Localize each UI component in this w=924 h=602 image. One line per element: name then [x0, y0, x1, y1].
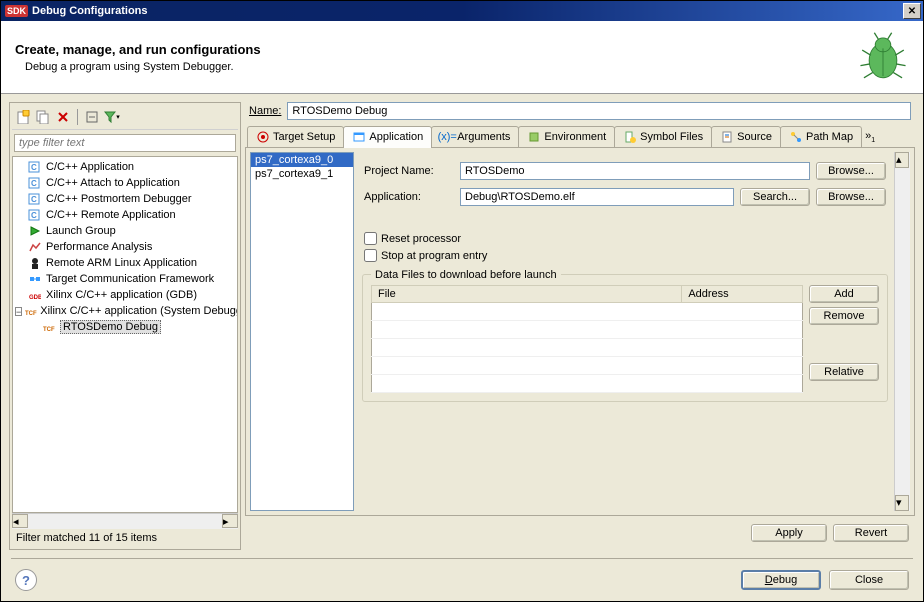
filter-button[interactable]: ▾: [103, 108, 121, 126]
close-button[interactable]: Close: [829, 570, 909, 590]
scroll-down-button[interactable]: ▾: [895, 495, 909, 511]
application-search-button[interactable]: Search...: [740, 188, 810, 206]
dialog-buttons: ? Debug Close: [1, 559, 923, 601]
config-tree-panel: ▾ CC/C++ Application CC/C++ Attach to Ap…: [9, 102, 241, 550]
remove-file-button[interactable]: Remove: [809, 307, 879, 325]
name-label: Name:: [249, 105, 281, 117]
tree-toolbar: ▾: [12, 105, 238, 130]
revert-button[interactable]: Revert: [833, 524, 909, 542]
tree-item[interactable]: Remote ARM Linux Application: [13, 255, 237, 271]
tree-item[interactable]: CC/C++ Postmortem Debugger: [13, 191, 237, 207]
application-label: Application:: [364, 191, 454, 203]
tree-h-scrollbar[interactable]: ◂ ▸: [12, 513, 238, 529]
tab-arguments[interactable]: (x)=Arguments: [431, 126, 519, 147]
tab-application[interactable]: Application: [343, 126, 432, 147]
scroll-left-button[interactable]: ◂: [12, 514, 28, 528]
tree-item[interactable]: Performance Analysis: [13, 239, 237, 255]
data-files-fieldset: Data Files to download before launch Fil…: [362, 274, 888, 402]
stop-at-entry-checkbox[interactable]: Stop at program entry: [360, 247, 890, 264]
table-row[interactable]: [372, 303, 803, 321]
tab-target-setup[interactable]: Target Setup: [247, 126, 344, 147]
tree-item[interactable]: Target Communication Framework: [13, 271, 237, 287]
tab-path-map[interactable]: Path Map: [780, 126, 862, 147]
filter-status: Filter matched 11 of 15 items: [12, 529, 238, 547]
reset-processor-input[interactable]: [364, 232, 377, 245]
sdk-icon: SDK: [5, 5, 28, 17]
tab-source[interactable]: Source: [711, 126, 781, 147]
application-form: Project Name: Browse... Application: Sea…: [360, 152, 894, 511]
scroll-right-button[interactable]: ▸: [222, 514, 238, 528]
tab-environment[interactable]: Environment: [518, 126, 615, 147]
table-row[interactable]: [372, 357, 803, 375]
application-input[interactable]: [460, 188, 734, 206]
collapse-all-button[interactable]: [83, 108, 101, 126]
tree-item[interactable]: Launch Group: [13, 223, 237, 239]
form-v-scrollbar[interactable]: ▴ ▾: [894, 152, 910, 511]
scroll-up-button[interactable]: ▴: [895, 152, 909, 168]
col-address[interactable]: Address: [682, 286, 803, 303]
tree-item-selected[interactable]: TCFRTOSDemo Debug: [13, 319, 237, 335]
window-close-button[interactable]: ✕: [903, 3, 921, 19]
header: Create, manage, and run configurations D…: [1, 21, 923, 94]
svg-text:C: C: [31, 211, 37, 220]
header-title: Create, manage, and run configurations: [15, 42, 857, 57]
data-files-title: Data Files to download before launch: [371, 269, 561, 281]
data-files-table[interactable]: File Address: [371, 285, 803, 393]
tab-symbol-files[interactable]: Symbol Files: [614, 126, 712, 147]
duplicate-config-button[interactable]: [34, 108, 52, 126]
svg-text:C: C: [31, 179, 37, 188]
relative-button[interactable]: Relative: [809, 363, 879, 381]
core-item[interactable]: ps7_cortexa9_1: [251, 167, 353, 181]
tree-item[interactable]: −TCFXilinx C/C++ application (System Deb…: [13, 303, 237, 319]
header-subtitle: Debug a program using System Debugger.: [25, 61, 857, 73]
svg-text:GDB: GDB: [29, 295, 41, 301]
tree-item[interactable]: CC/C++ Application: [13, 159, 237, 175]
tabs: Target Setup Application (x)=Arguments E…: [245, 126, 915, 148]
delete-config-button[interactable]: [54, 108, 72, 126]
svg-text:C: C: [31, 163, 37, 172]
project-name-input[interactable]: [460, 162, 810, 180]
content: ▾ CC/C++ Application CC/C++ Attach to Ap…: [1, 94, 923, 558]
new-config-button[interactable]: [14, 108, 32, 126]
config-tree[interactable]: CC/C++ Application CC/C++ Attach to Appl…: [12, 156, 238, 513]
window-title: Debug Configurations: [32, 5, 903, 17]
debug-button[interactable]: Debug: [741, 570, 821, 590]
name-input[interactable]: [287, 102, 911, 120]
project-browse-button[interactable]: Browse...: [816, 162, 886, 180]
svg-text:TCF: TCF: [25, 311, 37, 317]
table-row[interactable]: [372, 321, 803, 339]
window-titlebar: SDK Debug Configurations ✕: [1, 1, 923, 21]
tabs-overflow-button[interactable]: »1: [861, 127, 879, 147]
config-editor: Name: Target Setup Application (x)=Argum…: [245, 102, 915, 550]
tree-item[interactable]: CC/C++ Remote Application: [13, 207, 237, 223]
table-row[interactable]: [372, 375, 803, 393]
table-row[interactable]: [372, 339, 803, 357]
filter-input[interactable]: [14, 134, 236, 152]
help-button[interactable]: ?: [15, 569, 37, 591]
svg-text:TCF: TCF: [43, 327, 55, 333]
stop-at-entry-input[interactable]: [364, 249, 377, 262]
col-file[interactable]: File: [372, 286, 682, 303]
application-browse-button[interactable]: Browse...: [816, 188, 886, 206]
reset-processor-checkbox[interactable]: Reset processor: [360, 230, 890, 247]
core-list[interactable]: ps7_cortexa9_0 ps7_cortexa9_1: [250, 152, 354, 511]
svg-text:C: C: [31, 195, 37, 204]
tree-item[interactable]: GDBXilinx C/C++ application (GDB): [13, 287, 237, 303]
bug-icon: [857, 31, 909, 83]
core-item[interactable]: ps7_cortexa9_0: [251, 153, 353, 167]
apply-button[interactable]: Apply: [751, 524, 827, 542]
add-file-button[interactable]: Add: [809, 285, 879, 303]
tab-content: ps7_cortexa9_0 ps7_cortexa9_1 Project Na…: [245, 148, 915, 516]
project-name-label: Project Name:: [364, 165, 454, 177]
tree-item[interactable]: CC/C++ Attach to Application: [13, 175, 237, 191]
